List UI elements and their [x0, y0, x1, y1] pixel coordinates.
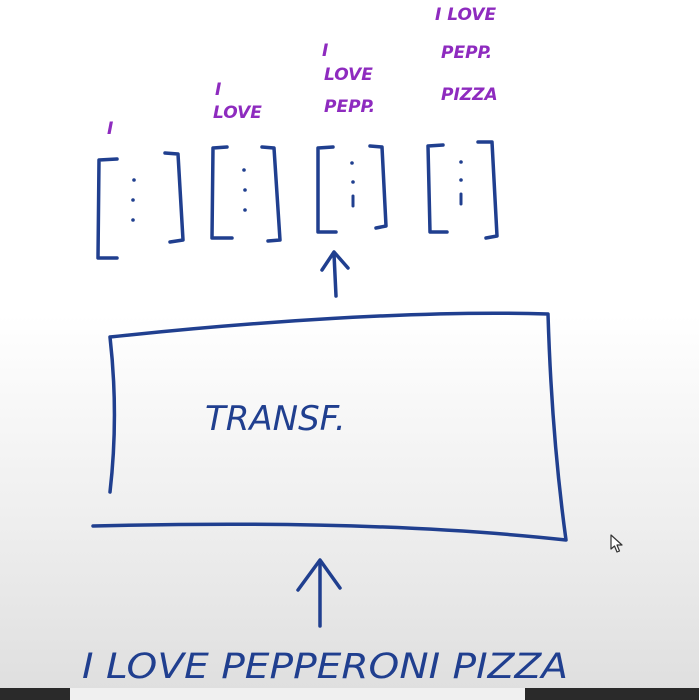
transformer-box: TRANSF. — [91, 311, 568, 542]
output-label-4-line-1: I LOVE — [435, 5, 496, 25]
vector-4-right-bracket — [476, 140, 499, 240]
vector-4-dot-2 — [459, 178, 463, 182]
output-vector-1 — [96, 151, 185, 260]
output-vector-4 — [426, 140, 499, 240]
vector-3-right-bracket — [368, 144, 388, 230]
output-label-1-line-1: I — [107, 119, 113, 139]
output-label-3: I LOVE PEPP. — [322, 41, 375, 117]
output-label-2-line-2: LOVE — [213, 103, 262, 123]
vector-2-dot-2 — [243, 188, 247, 192]
vector-4-dot-1 — [459, 160, 463, 164]
mouse-cursor-icon — [610, 534, 623, 553]
vector-3-left-bracket — [316, 145, 338, 234]
vector-1-left-bracket — [96, 157, 119, 260]
output-vector-2 — [210, 145, 282, 243]
input-sentence: I LOVE PEPPERONI PIZZA — [82, 647, 568, 687]
output-label-3-line-1: I — [322, 41, 328, 61]
vector-2-dot-1 — [242, 168, 246, 172]
vector-2-left-bracket — [210, 145, 234, 240]
output-label-3-line-3: PEPP. — [324, 97, 375, 117]
vector-1-dot-3 — [131, 218, 135, 222]
vector-2-right-bracket — [260, 145, 282, 243]
output-label-3-line-2: LOVE — [324, 65, 373, 85]
output-label-2-line-1: I — [215, 80, 221, 100]
output-label-4: I LOVE PEPP. PIZZA — [435, 5, 498, 105]
input-arrow — [296, 558, 342, 628]
output-label-4-line-2: PEPP. — [441, 43, 492, 63]
vector-1-right-bracket — [163, 151, 185, 244]
vector-3-dot-2 — [351, 180, 355, 184]
vector-1-dot-1 — [132, 178, 136, 182]
vector-3-dot-1 — [350, 161, 354, 165]
vector-2-dot-3 — [243, 208, 247, 212]
vector-4-left-bracket — [426, 143, 449, 234]
output-label-4-line-3: PIZZA — [441, 85, 498, 105]
vector-1-dot-2 — [131, 198, 135, 202]
output-vector-3 — [316, 144, 388, 234]
bottom-taskbar-panel — [70, 688, 525, 700]
transformer-label: TRANSF. — [205, 399, 346, 439]
output-label-2: I LOVE — [213, 80, 262, 123]
output-arrow — [320, 250, 350, 298]
whiteboard-diagram: I I LOVE I LOVE PEPP. I LOVE PEPP. PIZZA — [82, 5, 568, 687]
output-arrow-shaft — [332, 252, 338, 298]
output-label-1: I — [107, 119, 113, 139]
